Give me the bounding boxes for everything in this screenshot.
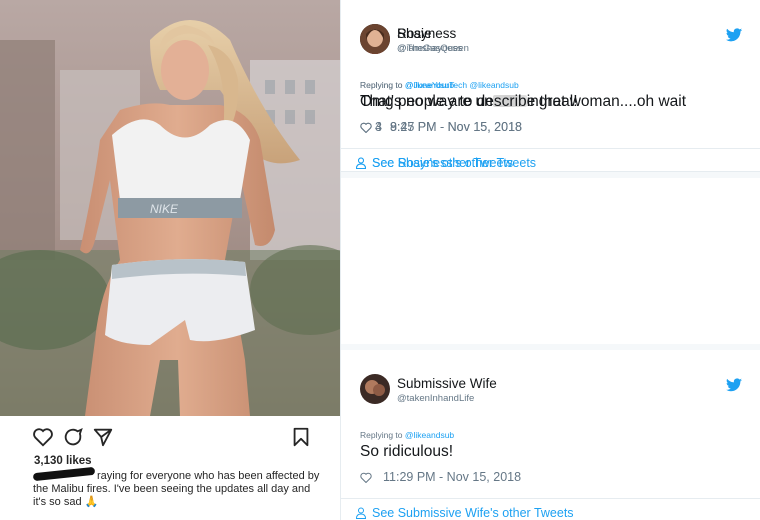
- post-caption: raying for everyone who has been affecte…: [32, 466, 323, 509]
- comment-icon[interactable]: [62, 426, 84, 448]
- tweet-meta: 3 9:45 PM - Nov 15, 2018: [360, 120, 522, 134]
- like-heart-icon[interactable]: [360, 472, 372, 483]
- like-heart-icon[interactable]: [360, 122, 372, 133]
- other-tweets-link[interactable]: See Rosie's other Tweets: [355, 156, 513, 170]
- avatar[interactable]: [360, 374, 390, 404]
- tweet-card: Submissive Wife @takenInhandLife Replyin…: [341, 350, 760, 520]
- tweet-card: Rosie @TheGasQueen Replying to @JuneYour…: [341, 0, 760, 172]
- tweet-text: So ridiculous!: [360, 443, 454, 460]
- tweet-gap: [341, 344, 760, 350]
- avatar[interactable]: [360, 24, 390, 54]
- instagram-post: NIKE 3,130 likes raying for everyone who…: [0, 0, 340, 520]
- other-tweets-link[interactable]: See Submissive Wife's other Tweets: [355, 506, 574, 520]
- bookmark-icon[interactable]: [290, 426, 312, 448]
- redacted-username: [32, 466, 96, 482]
- tweets-column: Shayness @iamshayness Replying to @likea…: [341, 0, 760, 520]
- fitness-photo: NIKE: [0, 0, 340, 416]
- replying-prefix: Replying to: [360, 430, 405, 440]
- other-tweets-label: See Rosie's other Tweets: [372, 156, 514, 170]
- person-icon: [355, 507, 367, 519]
- twitter-bird-icon[interactable]: [726, 378, 742, 392]
- tweet-gap: [341, 172, 760, 178]
- post-actions: [32, 426, 316, 448]
- tweet-timestamp[interactable]: 9:45 PM - Nov 15, 2018: [390, 120, 522, 134]
- tweet-author-name[interactable]: Submissive Wife: [397, 376, 497, 391]
- tweet-meta: 11:29 PM - Nov 15, 2018: [360, 470, 521, 484]
- post-photo[interactable]: NIKE: [0, 0, 340, 416]
- like-count: 3: [375, 120, 382, 134]
- tweet-timestamp[interactable]: 11:29 PM - Nov 15, 2018: [383, 470, 521, 484]
- tweet-author-handle[interactable]: @takenInhandLife: [397, 393, 474, 404]
- brand-text: NIKE: [150, 202, 179, 216]
- tweet-author-handle[interactable]: @TheGasQueen: [397, 43, 469, 54]
- replying-prefix: Replying to: [360, 80, 405, 90]
- divider: [341, 148, 760, 149]
- replying-to: Replying to @likeandsub: [360, 430, 454, 440]
- mention-link[interactable]: @JuneYourTech @likeandsub: [405, 80, 519, 90]
- person-icon: [355, 157, 367, 169]
- divider: [341, 498, 760, 499]
- replying-to: Replying to @JuneYourTech @likeandsub: [360, 80, 519, 90]
- likes-count[interactable]: 3,130 likes: [34, 455, 92, 467]
- twitter-bird-icon[interactable]: [726, 28, 742, 42]
- tweet-text: That's no way to describe that woman....…: [360, 93, 687, 110]
- mention-link[interactable]: @likeandsub: [405, 430, 454, 440]
- tweet-author-name[interactable]: Rosie: [397, 26, 432, 41]
- share-icon[interactable]: [92, 426, 114, 448]
- other-tweets-label: See Submissive Wife's other Tweets: [372, 506, 574, 520]
- heart-icon[interactable]: [32, 426, 54, 448]
